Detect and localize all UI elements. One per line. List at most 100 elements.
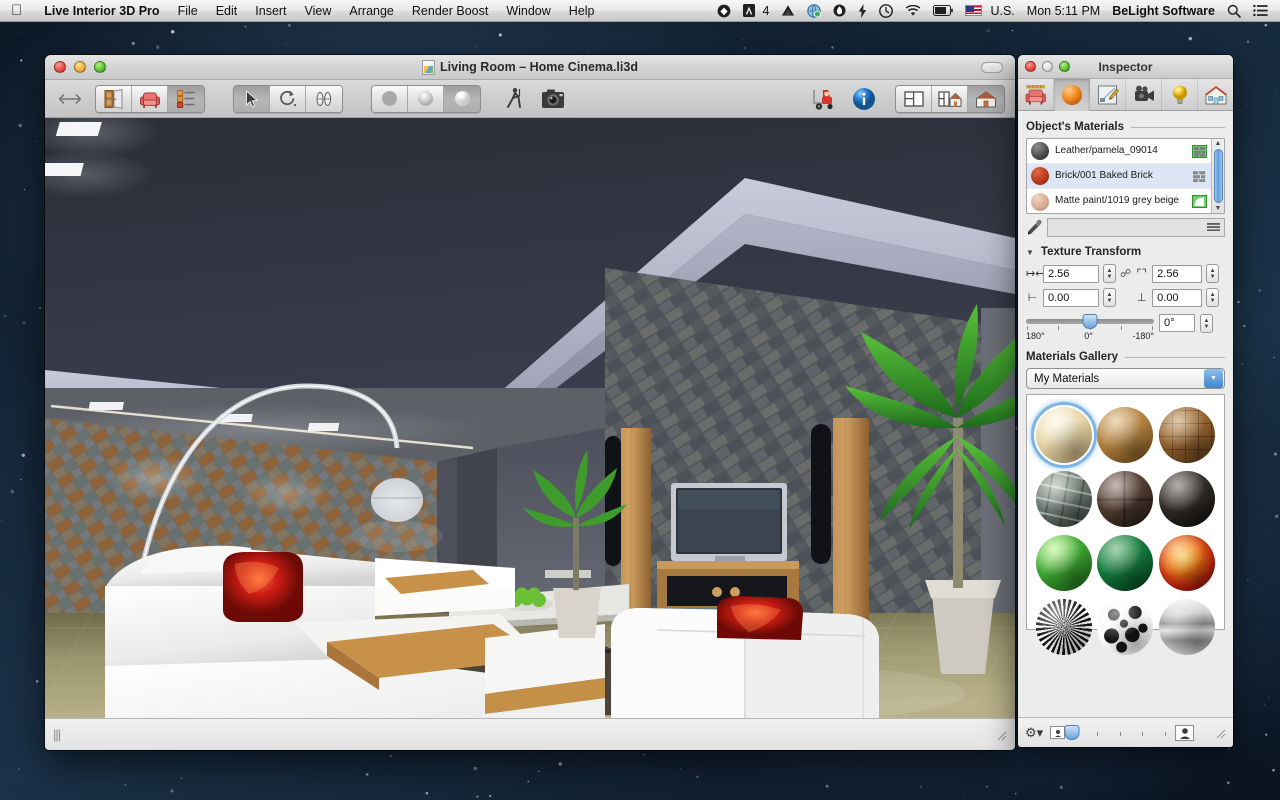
material-orb-chrome[interactable] — [1159, 599, 1216, 655]
link-chain-icon[interactable]: ☍ — [1120, 267, 1131, 280]
brick-green-icon[interactable] — [1192, 144, 1207, 158]
glossy-render-button[interactable] — [444, 85, 480, 112]
menu-render-boost[interactable]: Render Boost — [403, 0, 497, 22]
walking-person-icon[interactable] — [499, 85, 529, 113]
zoom-button[interactable] — [94, 61, 106, 73]
materials-list-scrollbar[interactable]: ▲ ▼ — [1211, 139, 1224, 213]
tab-building[interactable] — [1198, 79, 1233, 111]
rotation-slider-track[interactable] — [1026, 314, 1154, 329]
material-row-matte-paint[interactable]: Matte paint/1019 grey beige — [1027, 189, 1211, 213]
window-titlebar[interactable]: Living Room – Home Cinema.li3d — [45, 55, 1015, 80]
split-view-button[interactable] — [932, 85, 968, 112]
menu-help[interactable]: Help — [560, 0, 604, 22]
menu-insert[interactable]: Insert — [246, 0, 295, 22]
dropbox-icon[interactable] — [711, 4, 737, 18]
evernote-icon[interactable] — [827, 4, 852, 17]
furniture-library-button[interactable] — [132, 85, 168, 112]
rotate-tool-button[interactable] — [270, 85, 306, 112]
notification-center-icon[interactable] — [1247, 4, 1274, 17]
tab-annotation[interactable] — [1090, 78, 1126, 111]
menu-file[interactable]: File — [169, 0, 207, 22]
material-orb-dark-leather[interactable] — [1097, 471, 1154, 527]
rendered-scene[interactable] — [45, 118, 1015, 718]
menu-view[interactable]: View — [296, 0, 341, 22]
material-orb-stone-wall[interactable] — [1035, 471, 1092, 527]
texture-width-input[interactable]: 2.56 — [1043, 264, 1099, 283]
chevron-down-icon[interactable]: ▼ — [1204, 369, 1223, 388]
rotation-stepper[interactable]: ▲ ▼ — [1200, 314, 1213, 333]
rotation-slider[interactable]: 180° 0° -180° — [1026, 312, 1154, 341]
menu-arrange[interactable]: Arrange — [340, 0, 402, 22]
disclosure-triangle-open[interactable]: ▼ — [1026, 248, 1034, 257]
material-orb-bright-green[interactable] — [1035, 535, 1092, 591]
tab-light[interactable] — [1162, 78, 1198, 111]
texture-offset-x-stepper[interactable]: ▲ ▼ — [1103, 288, 1116, 307]
thumbnail-slider-knob[interactable] — [1064, 724, 1080, 740]
material-row-brick[interactable]: Brick/001 Baked Brick — [1027, 164, 1211, 189]
menu-window[interactable]: Window — [497, 0, 559, 22]
texture-offset-x-input[interactable]: 0.00 — [1043, 288, 1099, 307]
material-orb-zebra[interactable] — [1035, 599, 1092, 655]
material-orb-oak-wood[interactable] — [1097, 407, 1154, 463]
scroll-up-arrow[interactable]: ▲ — [1215, 140, 1222, 147]
3d-view-button[interactable] — [968, 85, 1004, 112]
tab-materials[interactable] — [1054, 78, 1090, 111]
menubar-user[interactable]: BeLight Software — [1106, 0, 1221, 22]
scrollbar-thumb[interactable] — [1213, 149, 1223, 203]
globe-icon[interactable] — [801, 3, 827, 18]
floorplan-view-button[interactable] — [896, 85, 932, 112]
flash-icon[interactable] — [852, 3, 873, 18]
input-source-label[interactable]: U.S. — [988, 0, 1020, 22]
forklift-truck-icon[interactable] — [809, 85, 839, 113]
texture-offset-y-input[interactable]: 0.00 — [1152, 288, 1203, 307]
horizontal-arrows-icon[interactable] — [55, 85, 85, 113]
minimize-button[interactable] — [74, 61, 86, 73]
apple-menu-icon[interactable]:  — [0, 3, 35, 18]
doors-windows-library-button[interactable] — [96, 85, 132, 112]
gear-menu-icon[interactable]: ⚙▾ — [1025, 725, 1043, 741]
material-orb-fire[interactable] — [1159, 535, 1216, 591]
grip-handle-icon[interactable]: ||| — [53, 727, 61, 742]
brick-gray-icon[interactable] — [1192, 170, 1207, 183]
flat-render-button[interactable] — [372, 85, 408, 112]
tab-object[interactable] — [1018, 78, 1054, 111]
menu-edit[interactable]: Edit — [207, 0, 247, 22]
resize-grip-icon[interactable] — [994, 728, 1007, 741]
search-icon[interactable] — [1221, 4, 1247, 18]
texture-width-stepper[interactable]: ▲ ▼ — [1103, 264, 1116, 283]
material-orb-black-rubber[interactable] — [1159, 471, 1216, 527]
texture-height-stepper[interactable]: ▲ ▼ — [1206, 264, 1220, 283]
inspector-titlebar[interactable]: Inspector — [1018, 55, 1233, 79]
texture-transform-header[interactable]: ▼ Texture Transform — [1026, 246, 1225, 258]
material-orb-dark-green[interactable] — [1097, 535, 1154, 591]
texture-height-input[interactable]: 2.56 — [1152, 264, 1203, 283]
menu-app-name[interactable]: Live Interior 3D Pro — [35, 0, 168, 22]
material-orb-parquet[interactable] — [1159, 407, 1216, 463]
info-icon[interactable] — [849, 85, 879, 113]
toolbar-toggle-pill[interactable] — [981, 61, 1003, 73]
walk-tool-button[interactable] — [306, 85, 342, 112]
menubar-clock[interactable]: Mon 5:11 PM — [1021, 0, 1106, 22]
battery-icon[interactable] — [927, 5, 959, 16]
shaded-render-button[interactable] — [408, 85, 444, 112]
3d-viewport[interactable] — [45, 118, 1015, 718]
tab-camera[interactable] — [1126, 78, 1162, 111]
thumbnail-size-slider[interactable] — [1064, 724, 1168, 740]
small-thumbnail-icon[interactable] — [1050, 726, 1066, 739]
wifi-icon[interactable] — [899, 4, 927, 17]
drive-icon[interactable] — [775, 4, 801, 17]
camera-icon[interactable] — [539, 85, 569, 113]
material-orb-light-wood[interactable] — [1030, 402, 1097, 468]
materials-library-button[interactable] — [168, 85, 204, 112]
material-row-leather[interactable]: Leather/pamela_09014 — [1027, 139, 1211, 164]
paint-green-icon[interactable] — [1192, 195, 1207, 208]
texture-offset-y-stepper[interactable]: ▲ ▼ — [1206, 288, 1220, 307]
materials-gallery-grid[interactable] — [1026, 394, 1225, 655]
hamburger-icon[interactable] — [1207, 223, 1220, 231]
scroll-down-arrow[interactable]: ▼ — [1215, 205, 1222, 212]
timemachine-icon[interactable] — [873, 3, 899, 18]
input-source-flag-icon[interactable] — [959, 5, 988, 16]
material-drop-well[interactable] — [1047, 217, 1225, 237]
materials-category-dropdown[interactable]: My Materials ▼ — [1026, 368, 1225, 389]
alfred-icon[interactable] — [737, 4, 761, 17]
